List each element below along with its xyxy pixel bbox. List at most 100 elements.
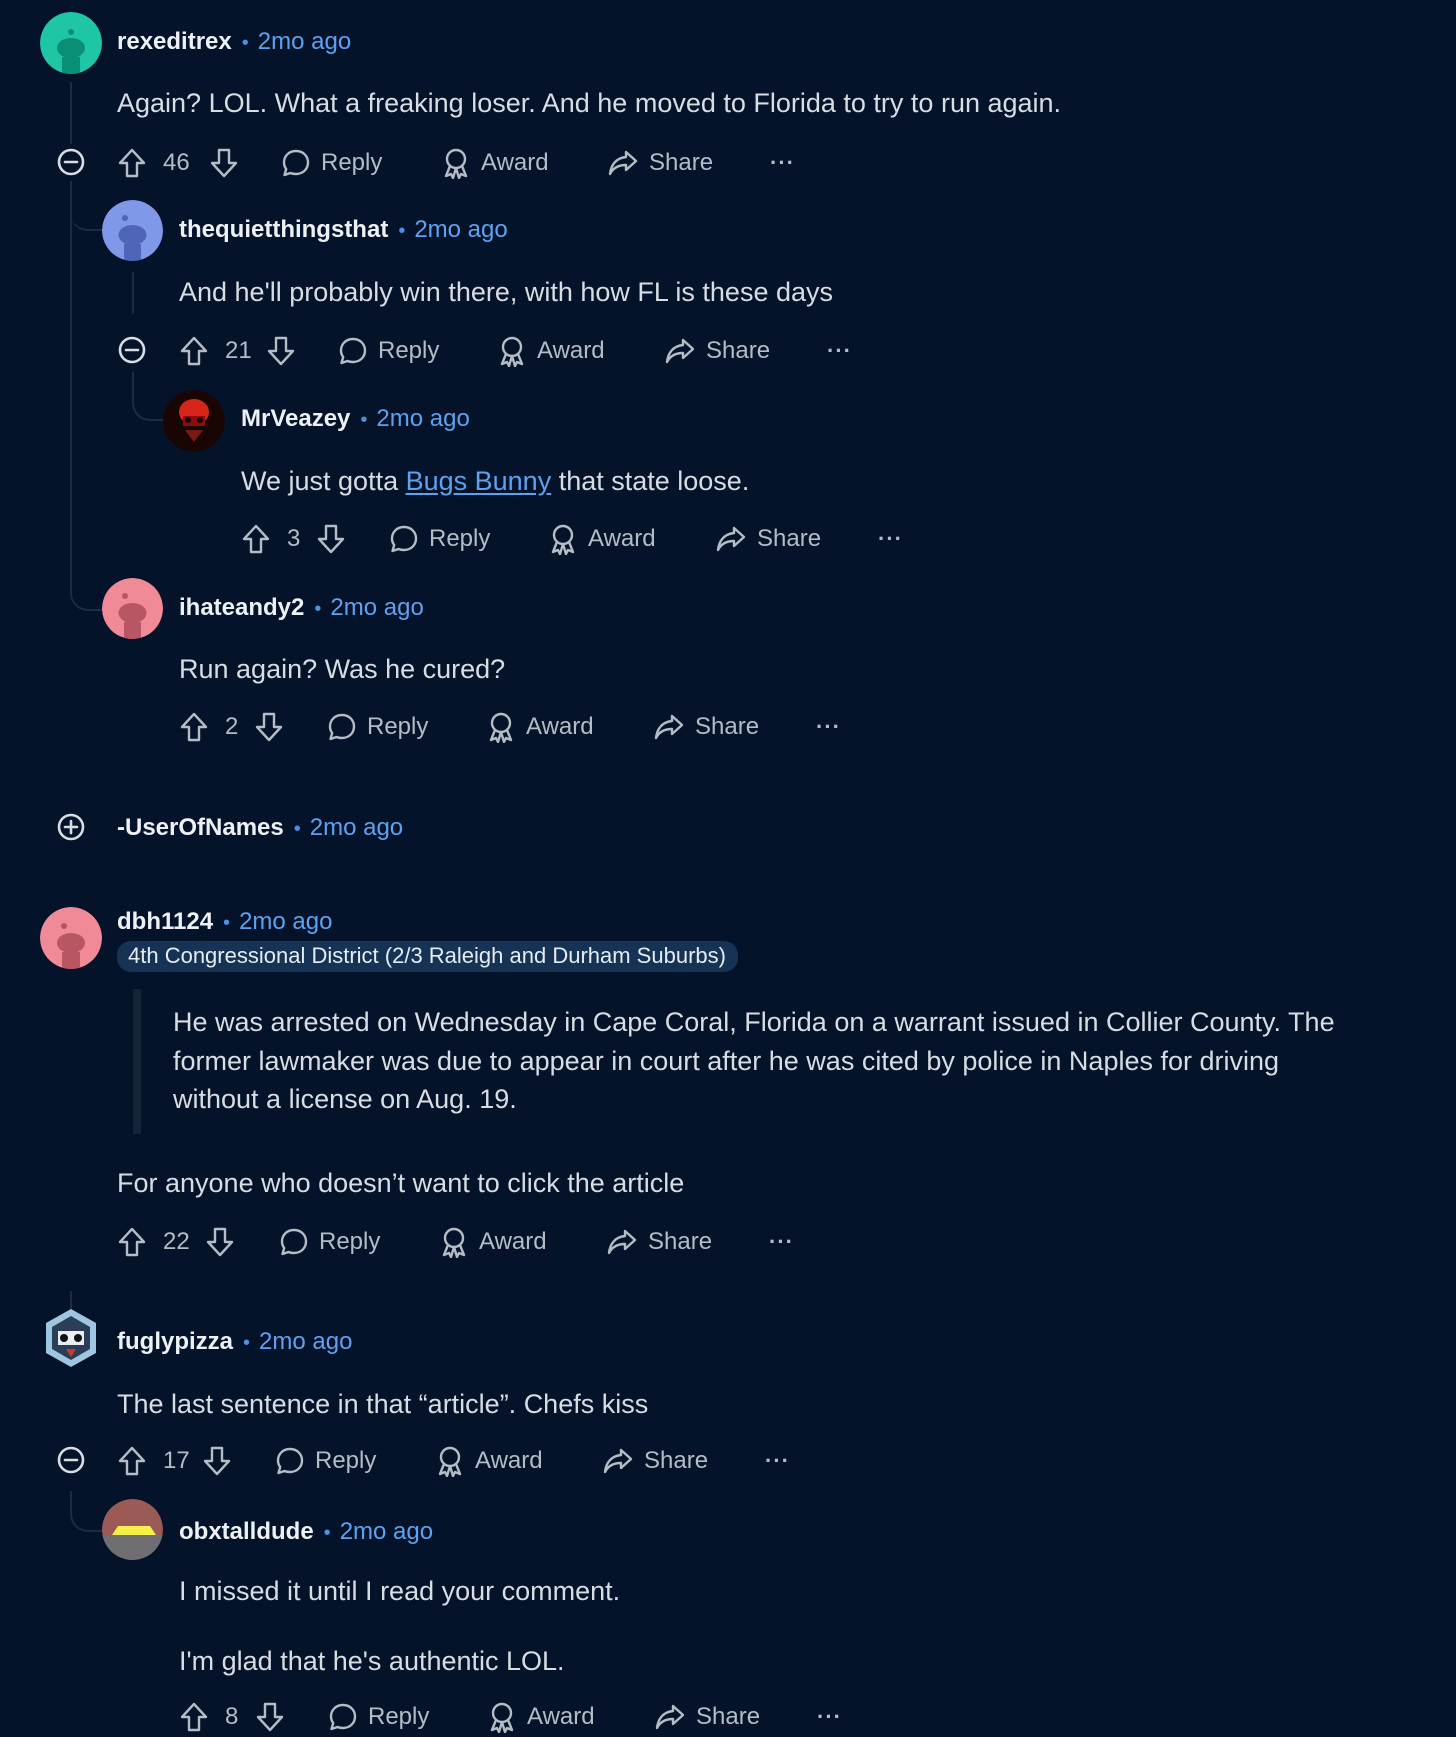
reply-button[interactable]: Reply (327, 707, 428, 747)
user-avatar[interactable] (40, 907, 102, 969)
award-button[interactable]: Award (497, 331, 605, 371)
more-options-button[interactable]: ··· (827, 331, 852, 371)
downvote-arrow-icon (210, 148, 238, 178)
share-label: Share (648, 1228, 713, 1255)
username[interactable]: -UserOfNames (117, 814, 284, 842)
share-button[interactable]: Share (602, 1441, 708, 1481)
username[interactable]: ihateandy2 (179, 594, 304, 622)
award-button[interactable]: Award (486, 707, 594, 747)
collapse-thread-button[interactable] (57, 148, 85, 176)
share-button[interactable]: Share (653, 707, 759, 747)
user-avatar[interactable] (102, 1499, 163, 1560)
reply-button[interactable]: Reply (389, 519, 490, 559)
timestamp[interactable]: 2mo ago (239, 908, 332, 936)
more-options-button[interactable]: ··· (816, 707, 841, 747)
expand-thread-button[interactable] (57, 813, 85, 841)
reply-button[interactable]: Reply (279, 1222, 380, 1262)
share-button[interactable]: Share (606, 1222, 712, 1262)
downvote-button[interactable] (316, 519, 346, 559)
username[interactable]: MrVeazey (241, 405, 350, 433)
award-ribbon-icon (490, 1702, 514, 1733)
share-arrow-icon (655, 1704, 685, 1730)
user-avatar[interactable] (40, 1307, 102, 1369)
blockquote: He was arrested on Wednesday in Cape Cor… (173, 1003, 1433, 1119)
upvote-button[interactable] (179, 331, 209, 371)
user-avatar[interactable] (102, 200, 163, 261)
collapse-thread-button[interactable] (118, 336, 146, 364)
downvote-button[interactable] (255, 1697, 285, 1737)
reply-button[interactable]: Reply (275, 1441, 376, 1481)
more-options-button[interactable]: ··· (878, 519, 903, 559)
upvote-button[interactable] (117, 1222, 147, 1262)
comment-header: thequietthingsthat • 2mo ago (179, 216, 508, 244)
award-button[interactable]: Award (435, 1441, 543, 1481)
timestamp[interactable]: 2mo ago (258, 28, 351, 56)
reply-button[interactable]: Reply (328, 1697, 429, 1737)
collapse-thread-button[interactable] (57, 1446, 85, 1474)
reply-button[interactable]: Reply (338, 331, 439, 371)
more-options-button[interactable]: ··· (817, 1697, 842, 1737)
username[interactable]: fuglypizza (117, 1328, 233, 1356)
comment-actions: 46 Reply Award Share ··· (117, 143, 817, 183)
share-button[interactable]: Share (715, 519, 821, 559)
award-button[interactable]: Award (439, 1222, 547, 1262)
award-button[interactable]: Award (487, 1697, 595, 1737)
separator-dot: • (360, 409, 368, 431)
share-arrow-icon (603, 1448, 633, 1474)
thread-connector (70, 560, 104, 611)
share-button[interactable]: Share (607, 143, 713, 183)
timestamp[interactable]: 2mo ago (330, 594, 423, 622)
upvote-button[interactable] (179, 707, 209, 747)
more-options-button[interactable]: ··· (769, 1222, 794, 1262)
thread-line (70, 82, 72, 144)
downvote-button[interactable] (202, 1441, 232, 1481)
comment-text: I missed it until I read your comment. (179, 1576, 621, 1606)
text-fragment: We just gotta (241, 466, 406, 496)
upvote-button[interactable] (117, 143, 147, 183)
downvote-button[interactable] (209, 143, 239, 183)
upvote-button[interactable] (241, 519, 271, 559)
upvote-button[interactable] (179, 1697, 209, 1737)
timestamp[interactable]: 2mo ago (414, 216, 507, 244)
user-avatar[interactable] (102, 578, 163, 639)
username[interactable]: thequietthingsthat (179, 216, 388, 244)
timestamp[interactable]: 2mo ago (376, 405, 469, 433)
username[interactable]: dbh1124 (117, 908, 213, 936)
timestamp[interactable]: 2mo ago (340, 1518, 433, 1546)
share-label: Share (757, 525, 822, 552)
upvote-arrow-icon (118, 1227, 146, 1257)
timestamp[interactable]: 2mo ago (259, 1328, 352, 1356)
quote-line: He was arrested on Wednesday in Cape Cor… (173, 1007, 1335, 1037)
user-avatar[interactable] (163, 390, 225, 452)
thread-connector (132, 372, 166, 421)
downvote-button[interactable] (254, 707, 284, 747)
reply-button[interactable]: Reply (281, 143, 382, 183)
username[interactable]: obxtalldude (179, 1518, 314, 1546)
separator-dot: • (314, 598, 322, 620)
upvote-button[interactable] (117, 1441, 147, 1481)
share-button[interactable]: Share (654, 1697, 760, 1737)
award-button[interactable]: Award (548, 519, 656, 559)
minus-circle-icon (118, 336, 146, 364)
username[interactable]: rexeditrex (117, 28, 232, 56)
downvote-button[interactable] (266, 331, 296, 371)
share-label: Share (706, 337, 771, 364)
user-flair: 4th Congressional District (2/3 Raleigh … (117, 941, 738, 972)
award-label: Award (526, 713, 594, 740)
comment-header: dbh1124 • 2mo ago (117, 908, 332, 936)
award-button[interactable]: Award (441, 143, 549, 183)
award-label: Award (588, 525, 656, 552)
downvote-arrow-icon (206, 1227, 234, 1257)
more-options-button[interactable]: ··· (765, 1441, 790, 1481)
award-label: Award (537, 337, 605, 364)
inline-link[interactable]: Bugs Bunny (406, 466, 552, 496)
share-button[interactable]: Share (664, 331, 770, 371)
quote-line: former lawmaker was due to appear in cou… (173, 1045, 1280, 1076)
timestamp[interactable]: 2mo ago (310, 814, 403, 842)
downvote-button[interactable] (205, 1222, 235, 1262)
minus-circle-icon (57, 1446, 85, 1474)
more-options-button[interactable]: ··· (770, 143, 795, 183)
user-avatar[interactable] (40, 12, 102, 74)
comment-actions: 21 Reply Award Share ··· (179, 331, 879, 371)
downvote-arrow-icon (317, 524, 345, 554)
